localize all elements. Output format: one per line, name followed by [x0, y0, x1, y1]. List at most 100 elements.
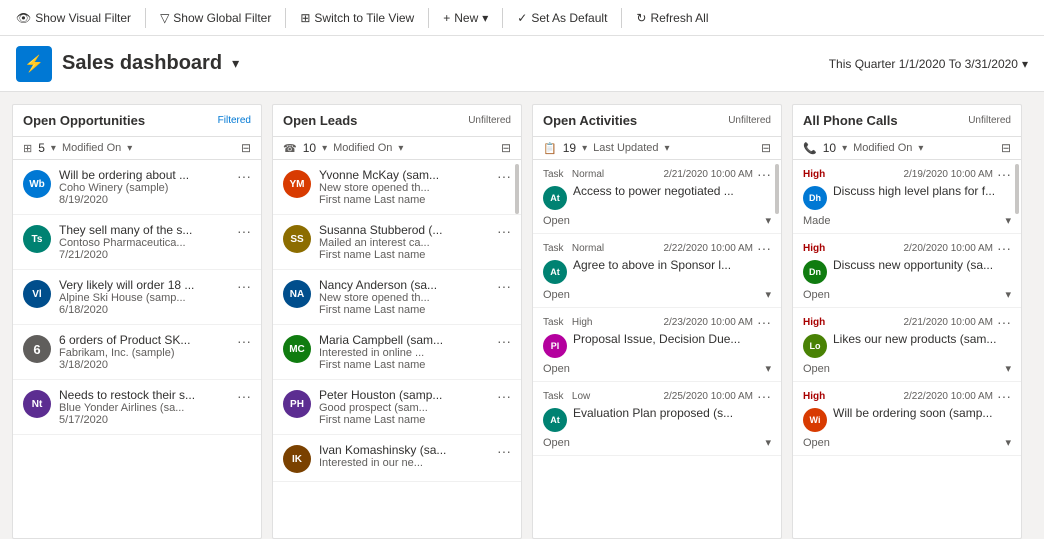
more-icon[interactable]: ···: [757, 166, 771, 182]
more-icon[interactable]: ···: [497, 223, 511, 239]
table-row[interactable]: High 2/20/2020 10:00 AM ··· Dn Discuss n…: [793, 234, 1021, 308]
act-type: Task High: [543, 317, 592, 328]
opportunities-title: Open Opportunities: [23, 113, 145, 128]
table-row[interactable]: High 2/22/2020 10:00 AM ··· Wi Will be o…: [793, 382, 1021, 456]
phone-calls-filter-icon[interactable]: ⊟: [1001, 141, 1011, 155]
table-row[interactable]: Task Normal 2/22/2020 10:00 AM ··· At Ag…: [533, 234, 781, 308]
act-body: At Evaluation Plan proposed (s...: [543, 406, 771, 432]
status-chevron-icon[interactable]: ▾: [1005, 436, 1011, 449]
more-icon[interactable]: ···: [997, 240, 1011, 256]
priority-label: High: [803, 243, 825, 254]
table-row[interactable]: Task Normal 2/21/2020 10:00 AM ··· At Ac…: [533, 160, 781, 234]
lead-name: Peter Houston (samp...: [319, 388, 489, 402]
phone-calls-list: High 2/19/2020 10:00 AM ··· Dh Discuss h…: [793, 160, 1021, 538]
opp-title: 6 orders of Product SK...: [59, 333, 229, 347]
more-icon[interactable]: ···: [497, 278, 511, 294]
more-icon[interactable]: ···: [757, 240, 771, 256]
act-date: 2/25/2020 10:00 AM: [663, 391, 753, 402]
title-chevron-icon[interactable]: ▾: [232, 55, 239, 72]
more-icon[interactable]: ···: [237, 168, 251, 184]
more-icon[interactable]: ···: [757, 314, 771, 330]
table-row[interactable]: Vl Very likely will order 18 ... Alpine …: [13, 270, 261, 325]
new-button[interactable]: + New ▾: [435, 7, 496, 29]
opportunities-sort-label[interactable]: Modified On: [62, 142, 121, 154]
leads-badge: Unfiltered: [468, 115, 511, 126]
phone-calls-sort-label[interactable]: Modified On: [853, 142, 912, 154]
activities-filter-icon[interactable]: ⊟: [761, 141, 771, 155]
table-row[interactable]: Task High 2/23/2020 10:00 AM ··· Pl Prop…: [533, 308, 781, 382]
phone-calls-badge: Unfiltered: [968, 115, 1011, 126]
activities-sort-label[interactable]: Last Updated: [593, 142, 658, 154]
more-icon[interactable]: ···: [497, 388, 511, 404]
scroll-bar: [515, 164, 519, 214]
switch-to-tile-view-button[interactable]: ⊞ Switch to Tile View: [292, 7, 422, 29]
table-row[interactable]: NA Nancy Anderson (sa... New store opene…: [273, 270, 521, 325]
lead-desc: Mailed an interest ca...: [319, 237, 489, 249]
scroll-bar: [775, 164, 779, 214]
table-row[interactable]: SS Susanna Stubberod (... Mailed an inte…: [273, 215, 521, 270]
status-chevron-icon[interactable]: ▾: [765, 214, 771, 227]
more-icon[interactable]: ···: [237, 333, 251, 349]
table-row[interactable]: High 2/21/2020 10:00 AM ··· Lo Likes our…: [793, 308, 1021, 382]
avatar: 6: [23, 335, 51, 363]
table-row[interactable]: Wb Will be ordering about ... Coho Winer…: [13, 160, 261, 215]
more-icon[interactable]: ···: [997, 314, 1011, 330]
phone-body: Dh Discuss high level plans for f...: [803, 184, 1011, 210]
set-as-default-button[interactable]: ✓ Set As Default: [509, 7, 615, 29]
status-badge: Open: [543, 437, 570, 449]
status-chevron-icon[interactable]: ▾: [1005, 214, 1011, 227]
table-row[interactable]: Task Low 2/25/2020 10:00 AM ··· At Evalu…: [533, 382, 781, 456]
more-icon[interactable]: ···: [237, 223, 251, 239]
phone-calls-subheader: 📞 10 ▾ Modified On ▾ ⊟: [793, 137, 1021, 160]
avatar: IK: [283, 445, 311, 473]
new-chevron-icon: ▾: [482, 11, 488, 25]
filter-icon: ▽: [160, 11, 169, 25]
act-status-row: Open ▾: [543, 436, 771, 449]
table-row[interactable]: 6 6 orders of Product SK... Fabrikam, In…: [13, 325, 261, 380]
more-icon[interactable]: ···: [497, 443, 511, 459]
refresh-all-button[interactable]: ↻ Refresh All: [628, 7, 716, 29]
more-icon[interactable]: ···: [497, 168, 511, 184]
phone-header: High 2/21/2020 10:00 AM ···: [803, 314, 1011, 330]
phone-status: Open ▾: [803, 288, 1011, 301]
table-row[interactable]: MC Maria Campbell (sam... Interested in …: [273, 325, 521, 380]
act-header-row: Task Normal 2/22/2020 10:00 AM ···: [543, 240, 771, 256]
status-chevron-icon[interactable]: ▾: [1005, 288, 1011, 301]
priority-label: High: [803, 317, 825, 328]
status-badge: Open: [543, 363, 570, 375]
show-visual-filter-button[interactable]: 👁 Show Visual Filter: [8, 7, 139, 29]
more-icon[interactable]: ···: [997, 166, 1011, 182]
table-row[interactable]: PH Peter Houston (samp... Good prospect …: [273, 380, 521, 435]
opp-company: Coho Winery (sample): [59, 182, 229, 194]
act-status-row: Open ▾: [543, 362, 771, 375]
act-type: Task Normal: [543, 169, 604, 180]
avatar: Wb: [23, 170, 51, 198]
header-left: ⚡ Sales dashboard ▾: [16, 46, 239, 82]
table-row[interactable]: High 2/19/2020 10:00 AM ··· Dh Discuss h…: [793, 160, 1021, 234]
leads-filter-icon[interactable]: ⊟: [501, 141, 511, 155]
avatar: NA: [283, 280, 311, 308]
show-global-filter-button[interactable]: ▽ Show Global Filter: [152, 7, 279, 29]
more-icon[interactable]: ···: [237, 278, 251, 294]
table-row[interactable]: YM Yvonne McKay (sam... New store opened…: [273, 160, 521, 215]
table-row[interactable]: IK Ivan Komashinsky (sa... Interested in…: [273, 435, 521, 482]
more-icon[interactable]: ···: [497, 333, 511, 349]
lead-desc: New store opened th...: [319, 292, 489, 304]
status-chevron-icon[interactable]: ▾: [765, 436, 771, 449]
date-range[interactable]: This Quarter 1/1/2020 To 3/31/2020 ▾: [829, 57, 1028, 71]
more-icon[interactable]: ···: [757, 388, 771, 404]
status-chevron-icon[interactable]: ▾: [1005, 362, 1011, 375]
opp-date: 7/21/2020: [59, 249, 229, 261]
opportunities-filter-icon[interactable]: ⊟: [241, 141, 251, 155]
activities-header: Open Activities Unfiltered: [533, 105, 781, 137]
status-chevron-icon[interactable]: ▾: [765, 288, 771, 301]
more-icon[interactable]: ···: [997, 388, 1011, 404]
table-row[interactable]: Ts They sell many of the s... Contoso Ph…: [13, 215, 261, 270]
table-row[interactable]: Nt Needs to restock their s... Blue Yond…: [13, 380, 261, 435]
opp-title: Needs to restock their s...: [59, 388, 229, 402]
status-chevron-icon[interactable]: ▾: [765, 362, 771, 375]
lead-text: Nancy Anderson (sa... New store opened t…: [319, 278, 489, 316]
leads-sort-label[interactable]: Modified On: [333, 142, 392, 154]
more-icon[interactable]: ···: [237, 388, 251, 404]
avatar: Dn: [803, 260, 827, 284]
